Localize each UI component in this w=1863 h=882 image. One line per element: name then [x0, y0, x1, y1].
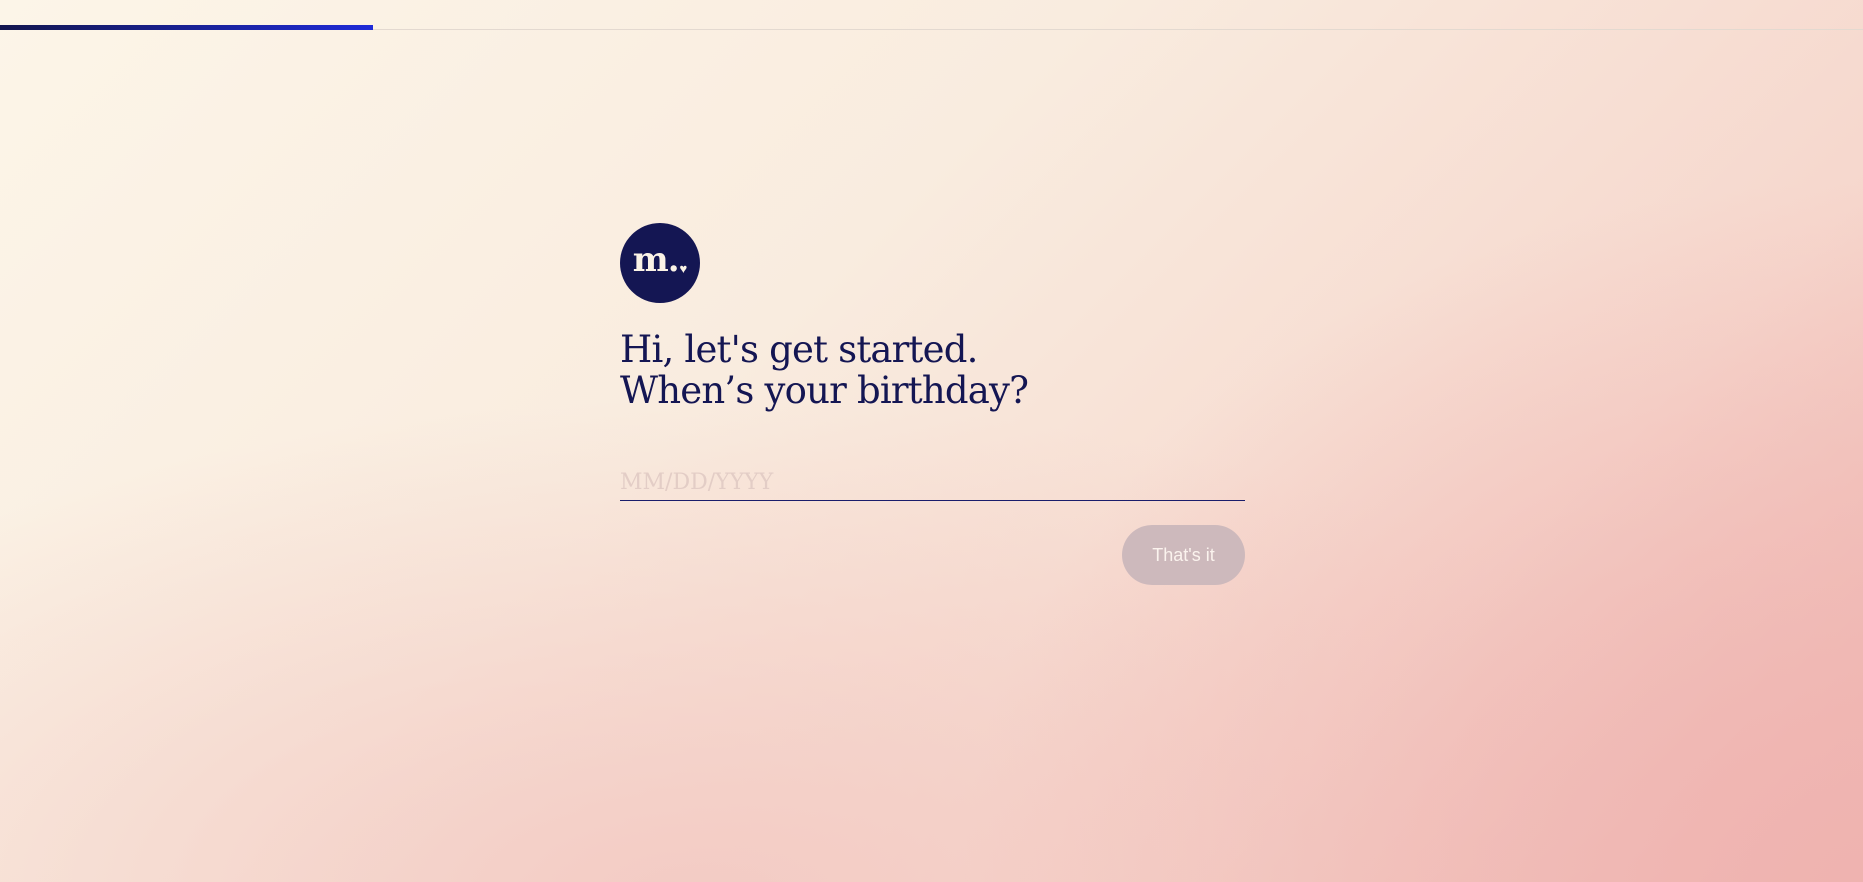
progress-bar: [0, 25, 373, 30]
heading-line-2: When’s your birthday?: [620, 369, 1029, 412]
submit-button[interactable]: That's it: [1122, 525, 1245, 585]
birthday-input[interactable]: [620, 464, 1245, 501]
logo-letter: m.: [632, 240, 680, 280]
page-heading: Hi, let's get started. When’s your birth…: [620, 328, 1029, 412]
heading-line-1: Hi, let's get started.: [620, 328, 978, 371]
heart-icon: ♥: [679, 260, 688, 276]
brand-logo: m. ♥: [620, 223, 700, 303]
